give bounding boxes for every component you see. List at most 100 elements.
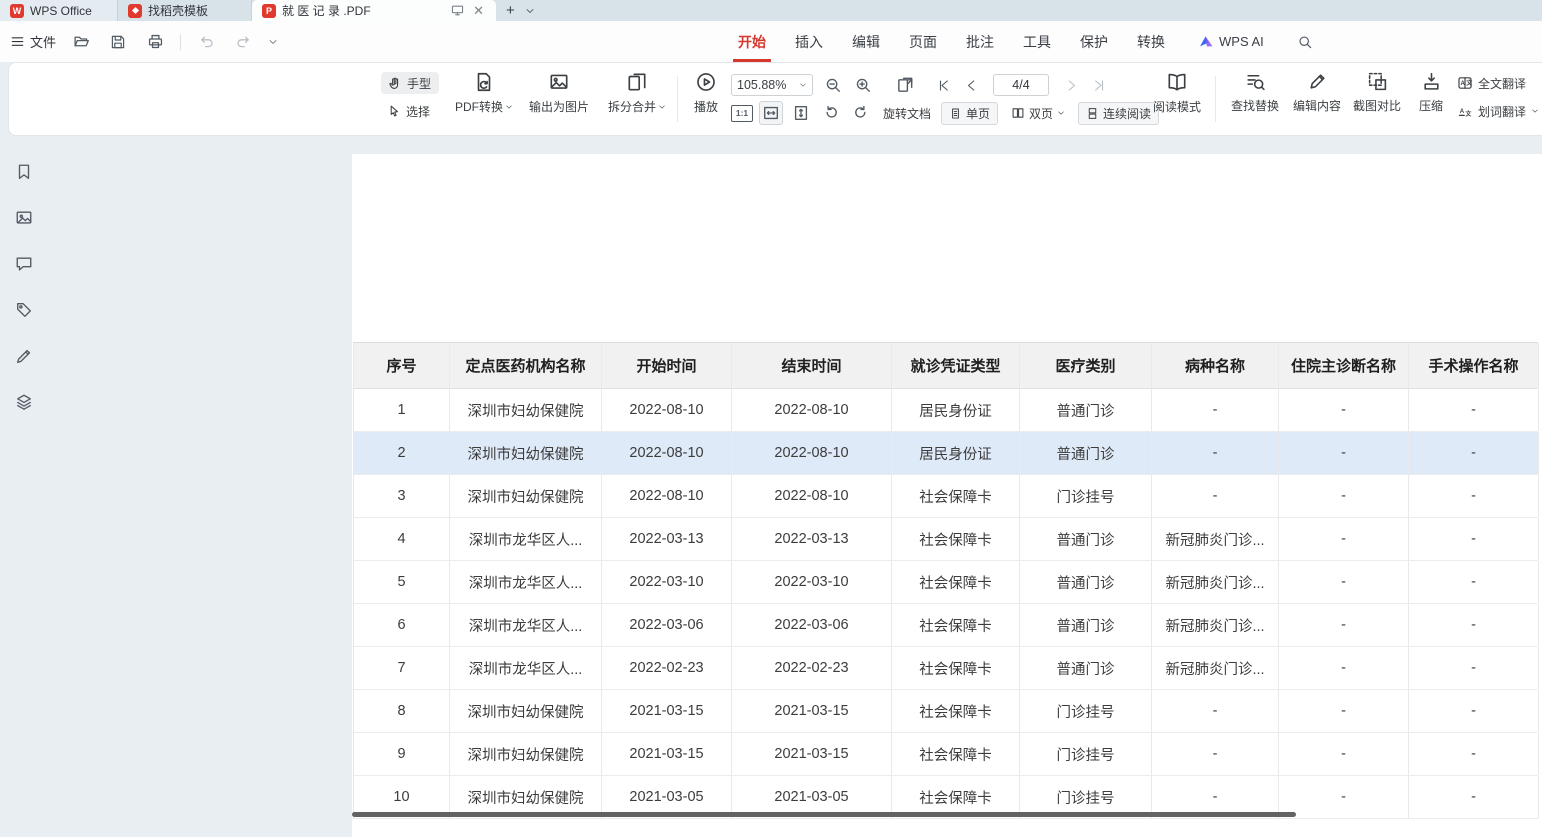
find-replace-button[interactable]: 查找替换 [1225,63,1285,135]
file-menu[interactable]: 文件 [10,32,56,51]
snapshot-pages-icon[interactable] [893,73,917,97]
table-row[interactable]: 7深圳市龙华区人...2022-02-232022-02-23社会保障卡普通门诊… [354,647,1538,690]
zoom-value: 105.88% [737,78,786,92]
layers-icon[interactable] [12,390,36,414]
ribbon-tab-tools[interactable]: 工具 [1023,21,1051,62]
continuous-reading-button[interactable]: 连续阅读 [1078,102,1159,125]
single-page-button[interactable]: 单页 [941,102,998,125]
tab-wps-home[interactable]: W WPS Office [0,0,118,21]
table-cell: 深圳市龙华区人... [450,647,602,689]
export-image-label: 输出为图片 [529,98,589,115]
word-translate-button[interactable]: A文 划词翻译 [1457,100,1539,122]
previous-page-button[interactable] [959,73,983,97]
continuous-reading-icon [1086,107,1099,120]
actual-size-button[interactable]: 1:1 [731,105,753,122]
find-replace-icon [1245,71,1266,92]
zoom-out-button[interactable] [821,73,845,97]
table-cell: - [1279,604,1409,646]
select-tool-button[interactable]: 选择 [381,100,439,122]
ribbon-tab-edit[interactable]: 编辑 [852,21,880,62]
table-row[interactable]: 9深圳市妇幼保健院2021-03-152021-03-15社会保障卡门诊挂号--… [354,733,1538,776]
table-cell: - [1279,518,1409,560]
table-cell: 2 [354,432,450,474]
table-cell: 新冠肺炎门诊... [1152,561,1279,603]
read-mode-button[interactable]: 阅读模式 [1149,63,1205,135]
table-cell: 深圳市妇幼保健院 [450,475,602,517]
double-page-button[interactable]: 双页 [1004,103,1072,124]
save-icon[interactable] [106,30,130,54]
edit-content-label: 编辑内容 [1293,97,1341,114]
last-page-button[interactable] [1087,73,1111,97]
table-row[interactable]: 2深圳市妇幼保健院2022-08-102022-08-10居民身份证普通门诊--… [354,432,1538,475]
tag-icon[interactable] [12,298,36,322]
page-number-input[interactable] [993,74,1049,96]
tab-monitor-icon[interactable] [449,3,465,19]
compress-button[interactable]: 压缩 [1409,63,1453,135]
ribbon-tab-convert[interactable]: 转换 [1137,21,1165,62]
table-cell: 6 [354,604,450,646]
first-page-button[interactable] [931,73,955,97]
table-cell: - [1279,647,1409,689]
tab-document[interactable]: P 就 医 记 录 .PDF ✕ [252,0,496,21]
rotate-doc-label[interactable]: 旋转文档 [883,105,931,122]
next-page-button[interactable] [1059,73,1083,97]
comment-icon[interactable] [12,252,36,276]
table-cell: 居民身份证 [892,389,1020,431]
table-cell: 2021-03-15 [732,733,892,775]
tab-docer-label: 找稻壳模板 [148,2,208,19]
edit-content-button[interactable]: 编辑内容 [1287,63,1347,135]
table-row[interactable]: 4深圳市龙华区人...2022-03-132022-03-13社会保障卡普通门诊… [354,518,1538,561]
table-row[interactable]: 1深圳市妇幼保健院2022-08-102022-08-10居民身份证普通门诊--… [354,389,1538,432]
table-row[interactable]: 6深圳市龙华区人...2022-03-062022-03-06社会保障卡普通门诊… [354,604,1538,647]
play-button[interactable]: 播放 [685,63,727,135]
ribbon-tab-comment[interactable]: 批注 [966,21,994,62]
thumbnails-icon[interactable] [12,206,36,230]
undo-icon[interactable] [194,30,218,54]
table-cell: 2022-08-10 [602,432,732,474]
table-row[interactable]: 8深圳市妇幼保健院2021-03-152021-03-15社会保障卡门诊挂号--… [354,690,1538,733]
wps-ai-button[interactable]: WPS AI [1198,34,1264,50]
table-cell: 8 [354,690,450,732]
medical-records-table: 序号定点医药机构名称开始时间结束时间就诊凭证类型医疗类别病种名称住院主诊断名称手… [353,342,1538,819]
tab-close-icon[interactable]: ✕ [471,4,486,17]
rotate-left-icon[interactable] [819,101,843,125]
play-icon [695,71,717,93]
export-image-button[interactable]: 输出为图片 [521,63,597,135]
print-icon[interactable] [143,30,167,54]
zoom-select[interactable]: 105.88% [731,74,813,96]
tab-docer[interactable]: 找稻壳模板 [118,0,252,21]
screenshot-compare-button[interactable]: 截图对比 [1347,63,1407,135]
table-cell: 2022-03-06 [732,604,892,646]
ribbon-tab-insert[interactable]: 插入 [795,21,823,62]
open-file-icon[interactable] [69,30,93,54]
document-tab-title: 就 医 记 录 .PDF [282,2,443,19]
table-cell: 2022-08-10 [602,389,732,431]
hand-tool-button[interactable]: 手型 [381,72,439,94]
fit-page-button[interactable] [789,101,813,125]
table-cell: 深圳市龙华区人... [450,561,602,603]
rotate-right-icon[interactable] [849,101,873,125]
ribbon-tab-protect[interactable]: 保护 [1080,21,1108,62]
table-cell: 门诊挂号 [1020,475,1152,517]
tab-list-chevron-icon[interactable] [525,6,535,16]
split-merge-button[interactable]: 拆分合并 [601,63,673,135]
ribbon-tab-start[interactable]: 开始 [738,21,766,62]
redo-icon[interactable] [231,30,255,54]
split-merge-icon [626,71,648,93]
table-row[interactable]: 5深圳市龙华区人...2022-03-102022-03-10社会保障卡普通门诊… [354,561,1538,604]
bookmark-icon[interactable] [12,160,36,184]
full-translate-button[interactable]: A文 全文翻译 [1457,72,1539,94]
new-tab-button[interactable]: + [506,3,515,18]
compress-label: 压缩 [1419,97,1443,114]
zoom-in-button[interactable] [851,73,875,97]
signature-pen-icon[interactable] [12,344,36,368]
table-cell: 2022-08-10 [732,432,892,474]
table-header-cell: 开始时间 [602,343,732,388]
table-row[interactable]: 3深圳市妇幼保健院2022-08-102022-08-10社会保障卡门诊挂号--… [354,475,1538,518]
fit-width-button[interactable] [759,101,783,125]
horizontal-scrollbar[interactable] [352,812,1296,817]
pdf-convert-button[interactable]: PDF转换 [449,63,519,135]
ribbon-search-icon[interactable] [1293,30,1317,54]
ribbon-tab-page[interactable]: 页面 [909,21,937,62]
undo-history-chevron-icon[interactable] [268,37,278,47]
